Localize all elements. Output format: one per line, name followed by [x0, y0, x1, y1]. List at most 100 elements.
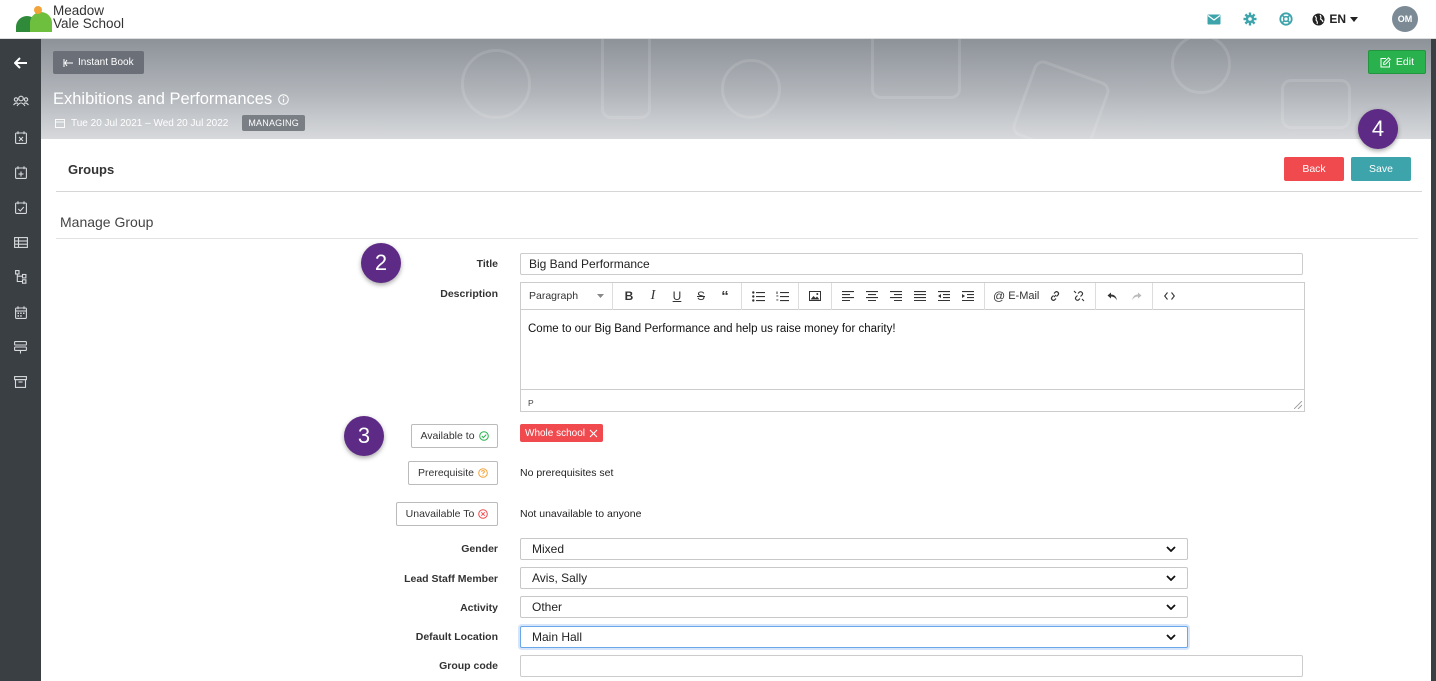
italic-icon[interactable]: I	[641, 283, 665, 310]
sidebar-item-archive[interactable]	[0, 370, 41, 394]
bullet-list-icon[interactable]	[746, 283, 770, 310]
page-edge-strip	[1431, 39, 1436, 681]
available-to-button[interactable]: Available to	[411, 424, 498, 448]
instant-book-label: Instant Book	[78, 57, 134, 68]
section-title: Groups	[68, 162, 115, 177]
audience-tag[interactable]: Whole school	[520, 424, 604, 442]
editor-content[interactable]: Come to our Big Band Performance and hel…	[528, 323, 896, 335]
avatar[interactable]: OM	[1392, 6, 1418, 32]
table-icon	[13, 236, 28, 248]
chevron-down-icon	[1166, 634, 1176, 640]
lead-staff-select[interactable]: Avis, Sally	[520, 567, 1188, 589]
banner-doodle	[1171, 39, 1231, 94]
sidebar-item-calendar-remove[interactable]	[0, 125, 41, 149]
layers-icon	[14, 340, 27, 353]
sidebar-item-table[interactable]	[0, 230, 41, 254]
at-icon: @	[993, 289, 1006, 303]
instant-book-button[interactable]: Instant Book	[53, 51, 144, 74]
logo-line-2: Vale School	[53, 16, 125, 31]
gear-icon[interactable]	[1240, 9, 1260, 29]
align-right-icon[interactable]	[884, 283, 908, 310]
undo-icon[interactable]	[1100, 283, 1124, 310]
sidebar-item-layers[interactable]	[0, 335, 41, 359]
event-banner: Instant Book Exhibitions and Performance…	[41, 39, 1431, 139]
edit-button[interactable]: Edit	[1367, 50, 1426, 74]
email-button-label: E-Mail	[1008, 290, 1040, 302]
align-justify-icon[interactable]	[908, 283, 932, 310]
calendar-plus-icon	[14, 165, 27, 179]
prerequisite-button[interactable]: Prerequisite	[408, 461, 498, 485]
available-to-label: Available to	[420, 430, 475, 442]
unlink-icon[interactable]	[1067, 283, 1091, 310]
block-format-value: Paragraph	[529, 290, 579, 302]
step-marker-3: 3	[344, 416, 384, 456]
redo-icon[interactable]	[1124, 283, 1148, 310]
default-location-label: Default Location	[415, 631, 498, 643]
edit-label: Edit	[1395, 56, 1414, 68]
underline-icon[interactable]: U	[665, 283, 689, 310]
archive-icon	[14, 376, 27, 388]
block-format-select[interactable]: Paragraph	[521, 282, 613, 310]
unavailable-to-label: Unavailable To	[405, 508, 475, 520]
strikethrough-icon[interactable]: S	[689, 283, 713, 310]
status-badge: MANAGING	[242, 115, 305, 131]
sidebar-back-button[interactable]	[0, 51, 41, 75]
sidebar-item-calendar-add[interactable]	[0, 160, 41, 184]
group-code-input[interactable]	[520, 655, 1303, 677]
description-label: Description	[440, 288, 498, 300]
blockquote-icon[interactable]: “	[713, 283, 737, 310]
logo-text: Meadow Vale School	[53, 4, 125, 31]
default-location-select[interactable]: Main Hall	[520, 626, 1188, 648]
activity-select[interactable]: Other	[520, 596, 1188, 618]
history-group	[1096, 282, 1154, 310]
unavailable-to-button[interactable]: Unavailable To	[396, 502, 498, 526]
arrow-left-bar-icon	[63, 58, 73, 67]
event-meta: Tue 20 Jul 2021 – Wed 20 Jul 2022 MANAGI…	[55, 115, 305, 131]
element-path[interactable]: P	[528, 398, 534, 408]
groups-header: Groups Back Save	[56, 150, 1422, 192]
lifebuoy-icon[interactable]	[1276, 9, 1296, 29]
image-icon[interactable]	[803, 283, 827, 310]
prerequisite-value: No prerequisites set	[520, 467, 614, 479]
resize-handle-icon[interactable]	[1294, 401, 1302, 409]
activity-label: Activity	[460, 602, 498, 614]
source-group	[1153, 283, 1185, 310]
lead-staff-label: Lead Staff Member	[404, 573, 498, 585]
school-logo[interactable]: Meadow Vale School	[16, 4, 126, 34]
link-icon[interactable]	[1043, 283, 1067, 310]
description-editor[interactable]: Paragraph B I U S “ @ E-Mail Come to our…	[520, 282, 1305, 412]
caret-down-icon	[1350, 16, 1358, 22]
page-title: Exhibitions and Performances	[53, 90, 290, 109]
sidebar-item-calendar-check[interactable]	[0, 195, 41, 219]
title-label: Title	[476, 258, 498, 270]
align-left-icon[interactable]	[836, 283, 860, 310]
editor-statusbar: P	[521, 389, 1304, 411]
gender-select[interactable]: Mixed	[520, 538, 1188, 560]
source-code-icon[interactable]	[1157, 283, 1181, 310]
bold-icon[interactable]: B	[617, 283, 641, 310]
prerequisite-label: Prerequisite	[417, 467, 475, 479]
sidebar-item-users[interactable]	[0, 89, 41, 113]
save-button[interactable]: Save	[1351, 157, 1411, 181]
mail-icon[interactable]	[1204, 9, 1224, 29]
sidebar-item-calendar[interactable]	[0, 300, 41, 324]
default-location-value: Main Hall	[532, 630, 583, 644]
sidebar-item-hierarchy[interactable]	[0, 265, 41, 289]
text-format-group: B I U S “	[613, 282, 742, 310]
banner-doodle	[461, 49, 531, 119]
link-group: @ E-Mail	[985, 282, 1097, 310]
outdent-icon[interactable]	[932, 283, 956, 310]
language-selector[interactable]: EN	[1312, 12, 1358, 26]
email-button[interactable]: @ E-Mail	[989, 283, 1043, 310]
info-icon	[278, 94, 290, 105]
top-bar: Meadow Vale School EN OM	[0, 0, 1436, 39]
back-button[interactable]: Back	[1284, 157, 1344, 181]
chevron-down-icon	[1166, 546, 1176, 552]
indent-icon[interactable]	[956, 283, 980, 310]
banner-doodle	[1281, 79, 1351, 129]
align-center-icon[interactable]	[860, 283, 884, 310]
divider	[56, 238, 1418, 239]
title-input[interactable]: Big Band Performance	[520, 253, 1303, 275]
numbered-list-icon[interactable]	[770, 283, 794, 310]
gender-label: Gender	[461, 543, 498, 555]
